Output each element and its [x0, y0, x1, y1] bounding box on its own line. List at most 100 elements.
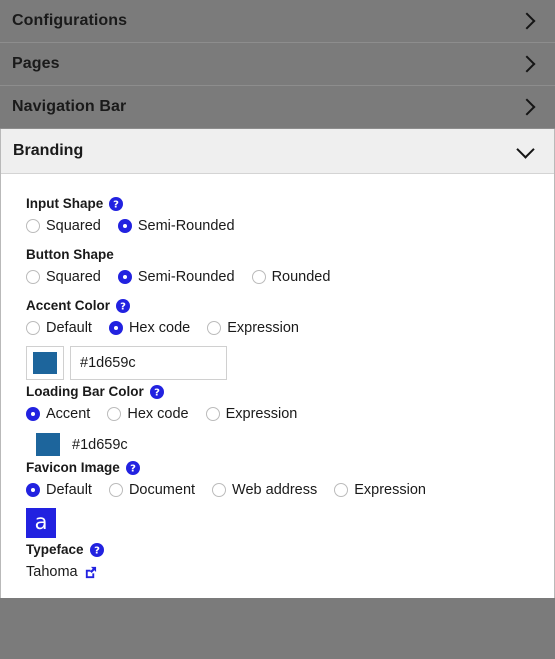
radio-option-button-shape-rounded[interactable]: Rounded [251, 269, 331, 285]
svg-text:?: ? [120, 301, 126, 312]
help-icon[interactable]: ? [89, 542, 104, 557]
label-loading-bar-color-text: Loading Bar Color [26, 384, 144, 399]
loading-bar-color-value: #1d659c [72, 436, 128, 453]
radio-icon [207, 321, 222, 335]
label-button-shape-text: Button Shape [26, 247, 114, 262]
radio-option-loading-bar-color-accent[interactable]: Accent [26, 406, 90, 422]
label-favicon-image-text: Favicon Image [26, 460, 120, 475]
radio-option-accent-color-expression[interactable]: Expression [207, 320, 299, 336]
svg-text:?: ? [94, 545, 100, 556]
section-header-branding[interactable]: Branding [1, 129, 554, 174]
radio-icon [334, 483, 349, 497]
radio-option-favicon-image-expression[interactable]: Expression [334, 482, 426, 498]
radio-label: Semi-Rounded [137, 218, 235, 234]
radio-icon [26, 219, 40, 233]
loading-bar-color-readonly-row: #1d659c [36, 433, 554, 456]
settings-accordion: Configurations Pages Navigation Bar Bran… [0, 0, 555, 659]
favicon-preview-icon: a [26, 508, 56, 538]
help-icon[interactable]: ? [109, 196, 124, 211]
favicon-preview-row: a [26, 508, 554, 538]
radio-group-button-shape: Squared Semi-Rounded Rounded [26, 269, 554, 285]
section-title-configurations: Configurations [12, 12, 128, 29]
radio-group-favicon-image: Default Document Web address Expression [26, 482, 554, 498]
radio-label: Default [46, 482, 92, 498]
section-title-branding: Branding [13, 142, 84, 159]
radio-option-accent-color-default[interactable]: Default [26, 320, 92, 336]
radio-icon-selected [117, 270, 132, 284]
radio-option-loading-bar-color-expression[interactable]: Expression [205, 406, 298, 422]
radio-label: Expression [227, 320, 299, 336]
radio-option-input-shape-squared[interactable]: Squared [26, 218, 101, 234]
radio-label: Expression [225, 406, 298, 422]
svg-text:?: ? [154, 387, 160, 398]
radio-icon [251, 270, 266, 284]
field-typeface: Typeface ? Tahoma [26, 542, 554, 580]
typeface-value: Tahoma [26, 564, 78, 580]
svg-text:?: ? [113, 199, 119, 210]
radio-label: Rounded [271, 269, 331, 285]
field-favicon-image: Favicon Image ? Default Document Web add… [26, 460, 554, 538]
radio-icon [107, 407, 122, 421]
section-title-navigation-bar: Navigation Bar [12, 98, 127, 115]
color-swatch [36, 433, 60, 456]
radio-label: Default [46, 320, 92, 336]
typeface-value-row: Tahoma [26, 564, 554, 580]
label-input-shape: Input Shape ? [26, 196, 554, 211]
label-loading-bar-color: Loading Bar Color ? [26, 384, 554, 399]
label-typeface-text: Typeface [26, 542, 84, 557]
label-button-shape: Button Shape [26, 247, 554, 262]
chevron-right-icon [518, 98, 536, 116]
radio-option-accent-color-hex-code[interactable]: Hex code [108, 320, 191, 336]
branding-panel: Branding Input Shape ? Squared Semi-Roun… [0, 129, 555, 598]
radio-icon [108, 483, 123, 497]
chevron-down-icon [516, 139, 535, 159]
radio-icon [212, 483, 227, 497]
radio-icon [26, 270, 40, 284]
radio-option-favicon-image-default[interactable]: Default [26, 482, 92, 498]
radio-label: Expression [354, 482, 426, 498]
section-title-pages: Pages [12, 55, 60, 72]
section-header-pages[interactable]: Pages [0, 43, 555, 86]
label-input-shape-text: Input Shape [26, 196, 104, 211]
radio-label: Accent [46, 406, 91, 422]
section-header-configurations[interactable]: Configurations [0, 0, 555, 43]
radio-option-loading-bar-color-hex-code[interactable]: Hex code [107, 406, 189, 422]
radio-group-loading-bar-color: Accent Hex code Expression [26, 406, 554, 422]
section-header-navigation-bar[interactable]: Navigation Bar [0, 86, 555, 129]
radio-icon-selected [117, 219, 132, 233]
accent-color-picker-row [26, 346, 554, 380]
label-typeface: Typeface ? [26, 542, 554, 557]
field-button-shape: Button Shape Squared Semi-Rounded Rounde… [26, 247, 554, 285]
svg-text:?: ? [130, 463, 136, 474]
radio-icon-selected [26, 483, 40, 497]
radio-option-favicon-image-web-address[interactable]: Web address [212, 482, 317, 498]
accent-color-swatch-button[interactable] [26, 346, 64, 380]
radio-option-button-shape-semi-rounded[interactable]: Semi-Rounded [117, 269, 235, 285]
radio-label: Hex code [128, 320, 191, 336]
radio-icon [26, 321, 40, 335]
help-icon[interactable]: ? [149, 384, 164, 399]
chevron-right-icon [518, 55, 536, 73]
label-favicon-image: Favicon Image ? [26, 460, 554, 475]
favicon-glyph: a [34, 510, 48, 534]
radio-option-button-shape-squared[interactable]: Squared [26, 269, 101, 285]
field-input-shape: Input Shape ? Squared Semi-Rounded [26, 196, 554, 234]
help-icon[interactable]: ? [125, 460, 140, 475]
accent-color-hex-input[interactable] [70, 346, 227, 380]
radio-label: Squared [46, 269, 101, 285]
radio-group-input-shape: Squared Semi-Rounded [26, 218, 554, 234]
color-swatch [33, 352, 57, 374]
radio-label: Semi-Rounded [137, 269, 235, 285]
help-icon[interactable]: ? [116, 298, 131, 313]
external-link-icon[interactable] [84, 566, 97, 579]
radio-label: Squared [46, 218, 101, 234]
radio-option-favicon-image-document[interactable]: Document [108, 482, 195, 498]
radio-option-input-shape-semi-rounded[interactable]: Semi-Rounded [117, 218, 235, 234]
branding-panel-body: Input Shape ? Squared Semi-Rounded Butto… [1, 174, 554, 598]
field-loading-bar-color: Loading Bar Color ? Accent Hex code Expr… [26, 384, 554, 456]
field-accent-color: Accent Color ? Default Hex code Expressi… [26, 298, 554, 380]
radio-icon [205, 407, 220, 421]
label-accent-color-text: Accent Color [26, 298, 111, 313]
chevron-right-icon [518, 12, 536, 30]
radio-icon-selected [108, 321, 123, 335]
